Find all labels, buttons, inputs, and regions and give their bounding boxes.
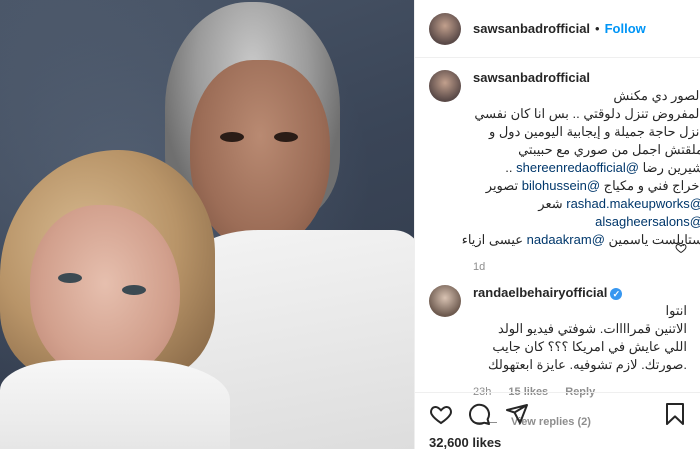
caption-text-fragment: تصوير <box>485 178 519 193</box>
photo-person-back-face <box>190 60 330 250</box>
mention-link[interactable]: @bilohussein <box>522 178 600 193</box>
photo-person-front-shirt <box>0 360 230 449</box>
caption-comment: sawsanbadrofficial الصور دي مكنش المفروض… <box>429 70 700 273</box>
action-bar: 32,600 likes <box>415 392 700 449</box>
reply-avatar[interactable] <box>429 285 461 317</box>
share-icon[interactable] <box>505 402 529 426</box>
caption-line: ستايلست ياسمين @nadaakram عيسى ازياء <box>462 231 700 249</box>
header-username[interactable]: sawsanbadrofficial <box>473 21 590 36</box>
reply-username-row: randaelbehairyofficial ✓ <box>473 285 687 300</box>
caption-timestamp[interactable]: 1d <box>473 261 485 273</box>
comments-section: sawsanbadrofficial الصور دي مكنش المفروض… <box>415 70 700 428</box>
caption-text-fragment: شيرين رضا <box>642 160 700 175</box>
avatar[interactable] <box>429 12 461 45</box>
caption-text-fragment: عيسى ازياء <box>461 232 524 247</box>
heart-icon[interactable] <box>429 402 453 426</box>
caption-avatar[interactable] <box>429 70 461 102</box>
mention-link[interactable]: @alsagheersalons <box>595 214 700 229</box>
post-header: sawsanbadrofficial • Follow <box>415 0 700 58</box>
mention-link[interactable]: @rashad.makeupworks <box>566 196 700 211</box>
caption-text: الصور دي مكنش المفروض تنزل دلوقتي .. بس … <box>462 87 700 249</box>
action-icons <box>429 401 687 427</box>
caption-line: ملقتش اجمل من صوري مع حبيبتي <box>518 142 700 157</box>
reply-comment: randaelbehairyofficial ✓ انتوا الاتنين قم… <box>429 243 687 398</box>
caption-line: @alsagheersalons <box>473 213 700 231</box>
mention-link[interactable]: @shereenredaofficial <box>516 160 639 175</box>
reply-line: اللي عايش في امريكا ؟؟؟ كان جايب <box>492 339 687 354</box>
photo-person-front-face <box>30 205 180 380</box>
mention-link[interactable]: @nadaakram <box>527 232 605 247</box>
instagram-post: sawsanbadrofficial • Follow sawsanbadrof… <box>0 0 700 449</box>
caption-meta: 1d <box>473 261 700 273</box>
bookmark-icon[interactable] <box>663 402 687 426</box>
caption-line: @rashad.makeupworks شعر <box>473 195 700 213</box>
reply-text: انتوا الاتنين قمراااات. شوفتي فيديو الول… <box>473 302 687 374</box>
likes-count[interactable]: 32,600 likes <box>429 435 687 449</box>
caption-line: المفروض تنزل دلوقتي .. بس انا كان نفسي <box>474 106 700 121</box>
comment-icon[interactable] <box>467 402 491 426</box>
caption-line: اخراج فني و مكياج @bilohussein تصوير <box>473 177 700 195</box>
follow-button[interactable]: Follow <box>605 21 646 36</box>
reply-username[interactable]: randaelbehairyofficial <box>473 285 607 300</box>
reply-line: .صورتك. لازم تشوفيه. عايزة ابعتهولك <box>487 357 687 372</box>
caption-text-fragment: .. <box>505 160 513 175</box>
comment-like-heart-icon[interactable] <box>675 242 687 254</box>
caption-line: شيرين رضا @shereenredaofficial .. <box>473 159 700 177</box>
reply-line: الاتنين قمراااات. شوفتي فيديو الولد <box>498 321 687 336</box>
separator-dot: • <box>595 21 600 36</box>
caption-line: انزل حاجة جميلة و إيجابية اليومين دول و <box>488 124 700 139</box>
caption-line: الصور دي مكنش <box>613 88 700 103</box>
reply-line: انتوا <box>665 303 687 318</box>
post-sidebar: sawsanbadrofficial • Follow sawsanbadrof… <box>414 0 700 449</box>
caption-text-fragment: اخراج فني و مكياج <box>603 178 700 193</box>
caption-text-fragment: شعر <box>538 196 563 211</box>
post-photo[interactable] <box>0 0 414 449</box>
caption-username[interactable]: sawsanbadrofficial <box>473 70 700 85</box>
verified-badge-icon: ✓ <box>610 287 623 300</box>
